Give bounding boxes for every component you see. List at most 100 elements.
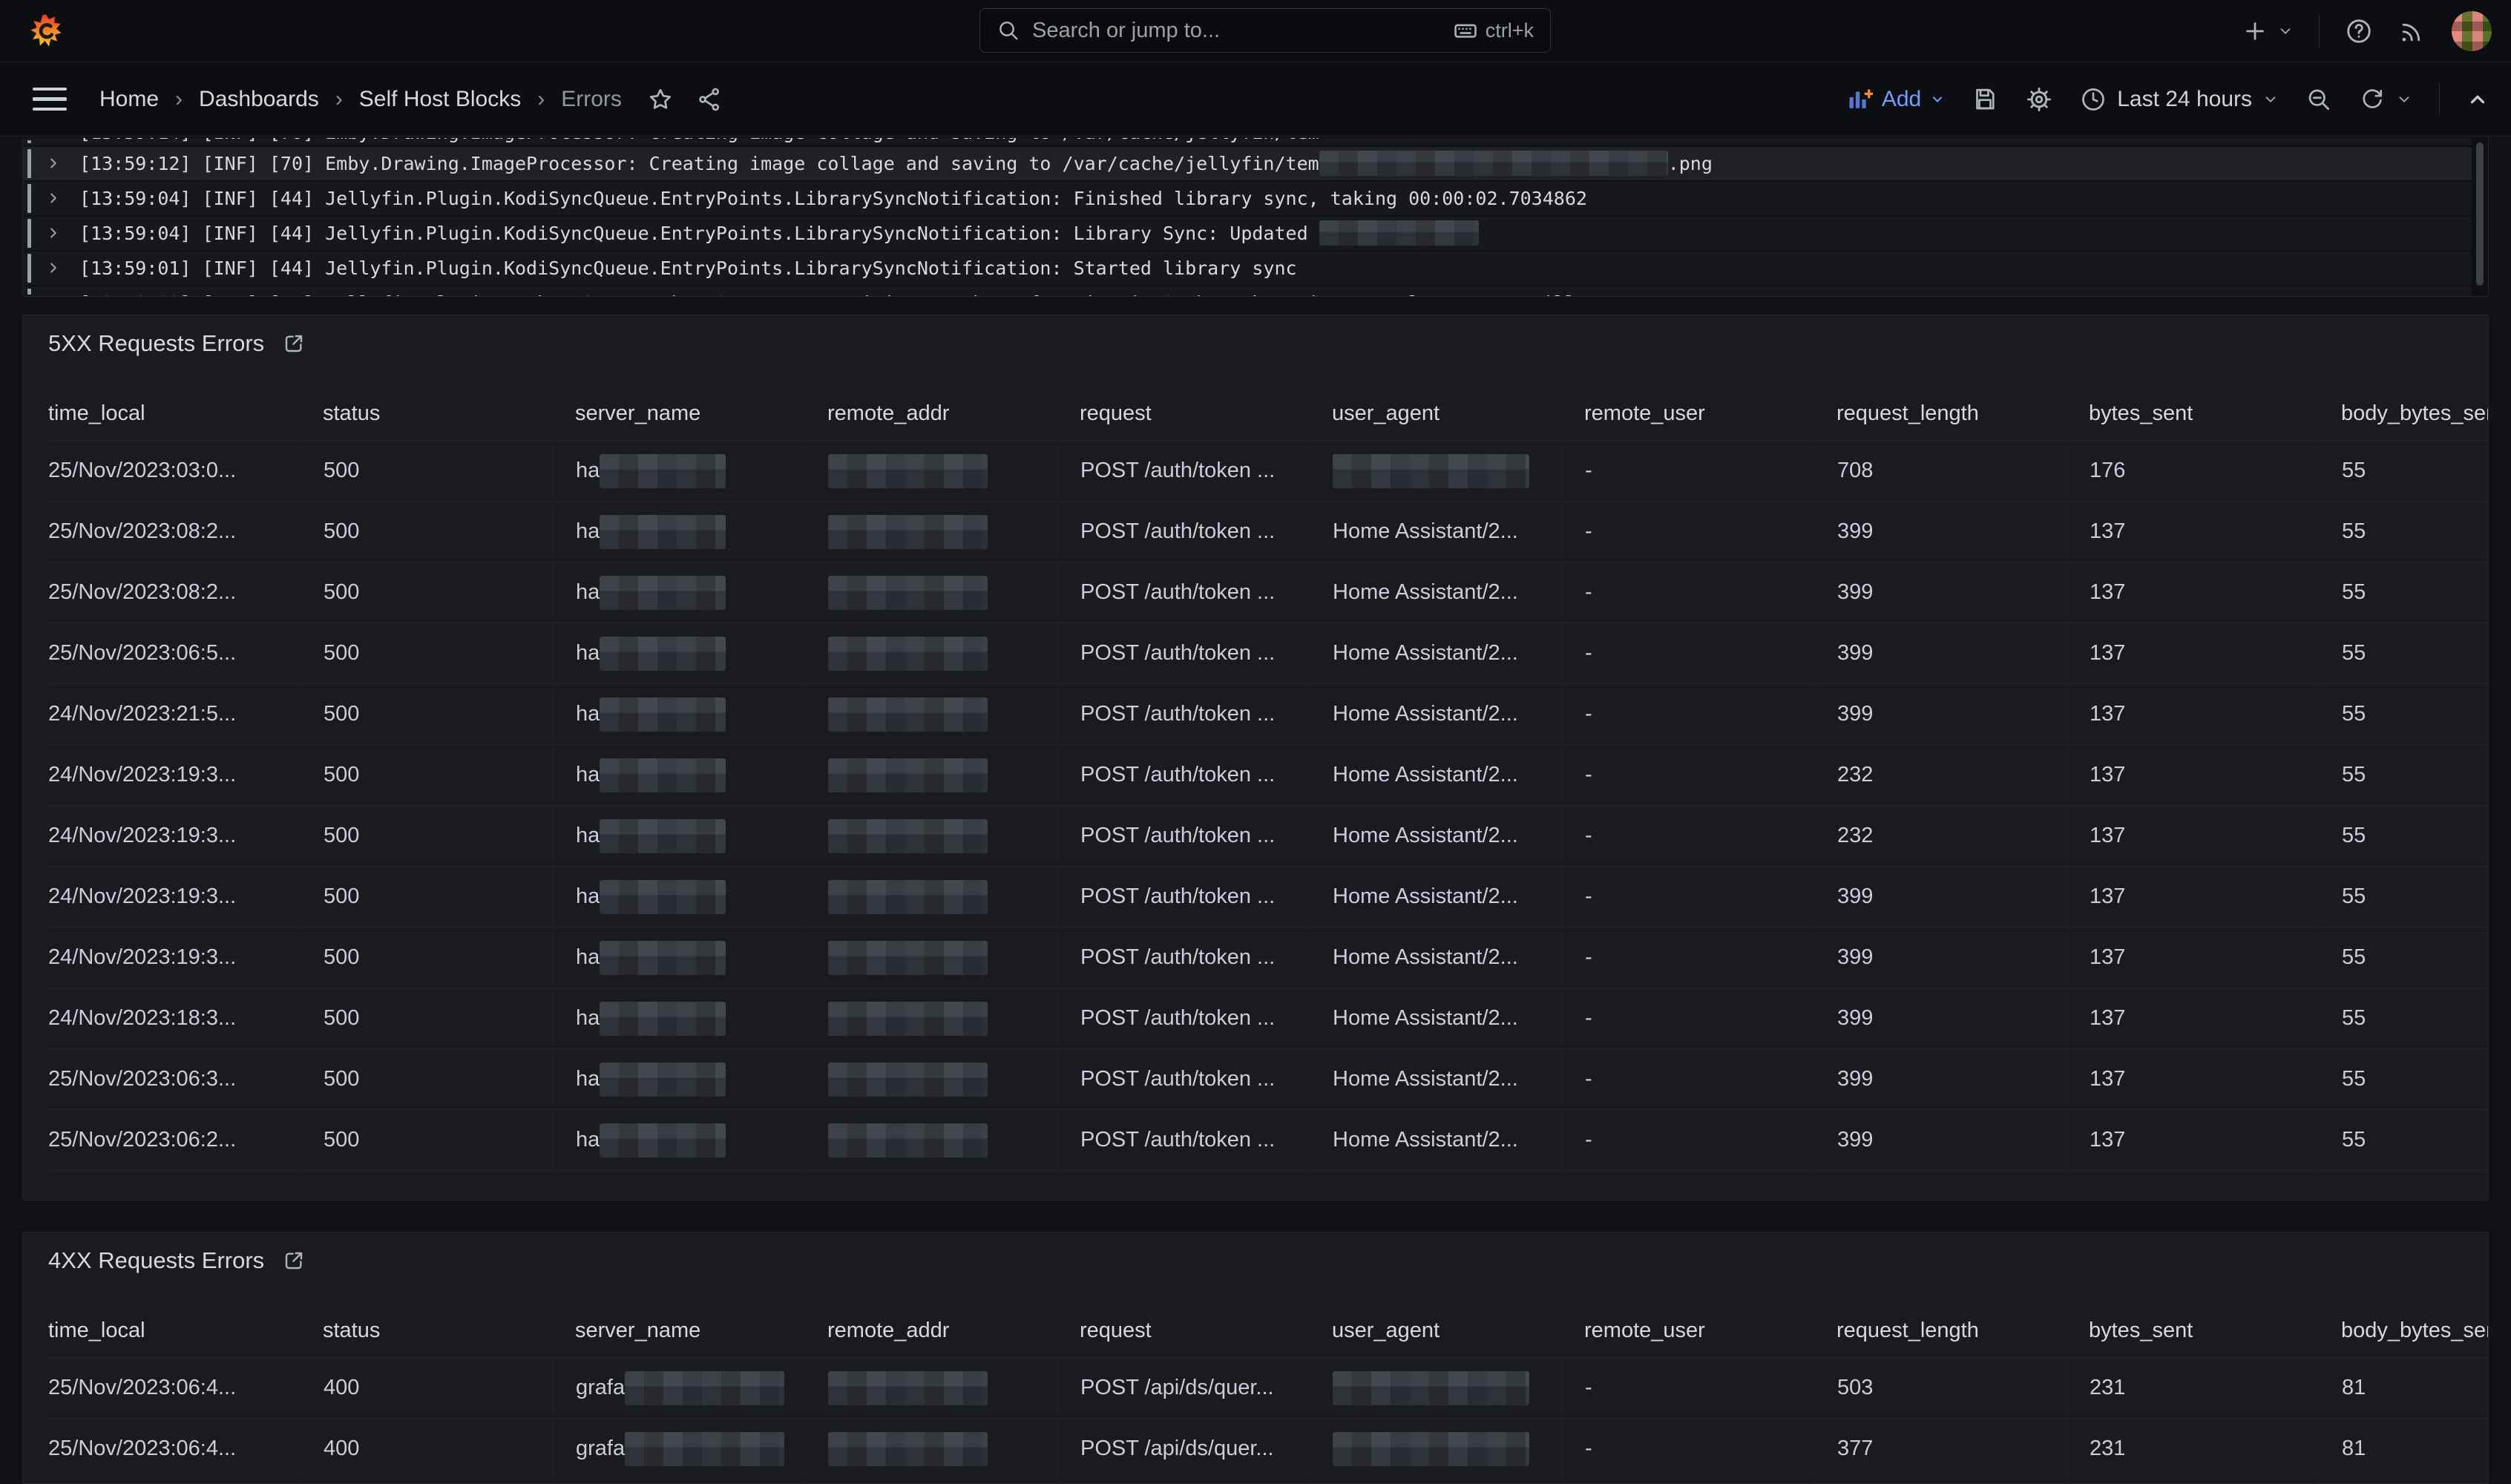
column-header-server_name[interactable]: server_name (553, 387, 805, 440)
column-header-body_bytes_sent[interactable]: body_bytes_sent (2319, 1304, 2488, 1357)
column-header-user_agent[interactable]: user_agent (1310, 387, 1562, 440)
column-header-request[interactable]: request (1057, 1304, 1310, 1357)
log-message: [13:59:14] [INF] [70] Emby.Drawing.Image… (79, 138, 2472, 145)
expand-chevron-icon[interactable] (45, 295, 62, 296)
cell-status: 400 (301, 1358, 553, 1418)
column-header-request[interactable]: request (1057, 387, 1310, 440)
redacted-block (600, 1002, 726, 1036)
caret-up-icon[interactable] (2466, 88, 2489, 111)
cell-status: 500 (301, 1110, 553, 1170)
add-panel-icon (1846, 86, 1873, 113)
redacted-block (600, 576, 726, 610)
cell-status: 500 (301, 745, 553, 805)
panel-5xx-requests-errors: 5XX Requests Errors time_localstatusserv… (22, 315, 2489, 1201)
column-header-bytes_sent[interactable]: bytes_sent (2067, 1304, 2319, 1357)
log-row[interactable]: [13:59:12] [INF] [70] Emby.Drawing.Image… (23, 147, 2472, 180)
cell-bytes_sent: 137 (2067, 745, 2319, 805)
cell-request_length: 708 (1814, 441, 2067, 501)
cell-remote_user: - (1562, 988, 1814, 1048)
cell-user_agent: Home Assistant/2... (1310, 502, 1562, 562)
cell-bytes_sent: 231 (2067, 1419, 2319, 1479)
search-input[interactable]: Search or jump to... ctrl+k (979, 8, 1551, 53)
chevron-down-icon (2396, 91, 2412, 108)
star-icon[interactable] (647, 86, 674, 113)
log-scrollbar[interactable] (2476, 142, 2484, 286)
plus-icon (2242, 18, 2268, 45)
breadcrumb-separator: › (175, 87, 183, 112)
column-header-status[interactable]: status (301, 387, 553, 440)
settings-gear-icon[interactable] (2025, 85, 2053, 114)
cell-bytes_sent: 137 (2067, 988, 2319, 1048)
cell-body_bytes_sent: 55 (2319, 623, 2488, 683)
column-header-remote_user[interactable]: remote_user (1562, 387, 1814, 440)
cell-time_local: 25/Nov/2023:06:5... (48, 623, 301, 683)
cell-user_agent (1310, 1419, 1562, 1479)
cell-user_agent: Home Assistant/2... (1310, 623, 1562, 683)
column-header-request_length[interactable]: request_length (1814, 1304, 2067, 1357)
grafana-logo-icon[interactable] (28, 13, 64, 49)
refresh-button[interactable] (2359, 86, 2412, 113)
cell-status: 500 (301, 684, 553, 744)
column-header-remote_addr[interactable]: remote_addr (805, 1304, 1057, 1357)
column-header-time_local[interactable]: time_local (48, 387, 301, 440)
expand-chevron-icon[interactable] (45, 190, 62, 206)
expand-chevron-icon[interactable] (45, 260, 62, 276)
column-header-time_local[interactable]: time_local (48, 1304, 301, 1357)
redacted-block (600, 637, 726, 671)
cell-request: POST /api/ds/quer... (1057, 1358, 1310, 1418)
log-row[interactable]: [13:59:01] [INF] [44] Jellyfin.Plugin.Ko… (23, 252, 2472, 285)
cell-status: 500 (301, 988, 553, 1048)
cell-status: 500 (301, 806, 553, 866)
log-row[interactable]: [13:59:00] [INF] [44] Jellyfin.Plugin.TM… (23, 286, 2472, 296)
new-menu-button[interactable] (2242, 18, 2294, 45)
breadcrumb-item-home[interactable]: Home (99, 87, 159, 112)
panel-title[interactable]: 4XX Requests Errors (48, 1247, 306, 1274)
log-row[interactable]: [13:59:04] [INF] [44] Jellyfin.Plugin.Ko… (23, 217, 2472, 250)
cell-request_length: 232 (1814, 806, 2067, 866)
column-header-remote_user[interactable]: remote_user (1562, 1304, 1814, 1357)
cell-request_length: 399 (1814, 1110, 2067, 1170)
menu-icon[interactable] (33, 88, 67, 111)
help-icon[interactable] (2345, 17, 2373, 45)
panel-title[interactable]: 5XX Requests Errors (48, 330, 306, 357)
zoom-out-icon[interactable] (2305, 86, 2332, 113)
breadcrumb: Home›Dashboards›Self Host Blocks›Errors (99, 87, 622, 112)
column-header-server_name[interactable]: server_name (553, 1304, 805, 1357)
column-header-body_bytes_sent[interactable]: body_bytes_sent (2319, 387, 2488, 440)
table-row: 25/Nov/2023:06:4...400grafaPOST /api/ds/… (48, 1357, 2488, 1418)
cell-bytes_sent: 137 (2067, 562, 2319, 623)
column-header-user_agent[interactable]: user_agent (1310, 1304, 1562, 1357)
external-link-icon[interactable] (282, 1249, 306, 1273)
column-header-bytes_sent[interactable]: bytes_sent (2067, 387, 2319, 440)
cell-body_bytes_sent: 55 (2319, 867, 2488, 927)
cell-time_local: 25/Nov/2023:06:4... (48, 1419, 301, 1479)
cell-status: 400 (301, 1419, 553, 1479)
cell-user_agent: Home Assistant/2... (1310, 928, 1562, 988)
cell-status: 500 (301, 623, 553, 683)
redacted-block (1319, 151, 1668, 176)
column-header-remote_addr[interactable]: remote_addr (805, 387, 1057, 440)
save-dashboard-icon[interactable] (1972, 86, 1998, 113)
log-row[interactable]: [13:59:14] [INF] [70] Emby.Drawing.Image… (23, 138, 2472, 145)
redacted-block (625, 1432, 784, 1466)
log-row[interactable]: [13:59:04] [INF] [44] Jellyfin.Plugin.Ko… (23, 182, 2472, 215)
cell-remote_user: - (1562, 1110, 1814, 1170)
log-message: [13:59:01] [INF] [44] Jellyfin.Plugin.Ko… (79, 257, 1297, 279)
expand-chevron-icon[interactable] (45, 155, 62, 171)
cell-server_name: grafa (553, 1358, 805, 1418)
breadcrumb-item-self-host-blocks[interactable]: Self Host Blocks (359, 87, 521, 112)
add-button-label: Add (1882, 87, 1921, 112)
cell-remote_addr (805, 988, 1057, 1048)
time-range-picker[interactable]: Last 24 hours (2080, 86, 2279, 113)
add-button[interactable]: Add (1846, 86, 1945, 113)
expand-chevron-icon[interactable] (45, 225, 62, 241)
share-icon[interactable] (696, 86, 723, 113)
news-rss-icon[interactable] (2398, 17, 2426, 45)
user-avatar[interactable] (2452, 11, 2492, 51)
breadcrumb-item-dashboards[interactable]: Dashboards (199, 87, 319, 112)
column-header-status[interactable]: status (301, 1304, 553, 1357)
external-link-icon[interactable] (282, 332, 306, 355)
breadcrumb-item-errors[interactable]: Errors (561, 87, 622, 112)
column-header-request_length[interactable]: request_length (1814, 387, 2067, 440)
cell-request_length: 399 (1814, 502, 2067, 562)
